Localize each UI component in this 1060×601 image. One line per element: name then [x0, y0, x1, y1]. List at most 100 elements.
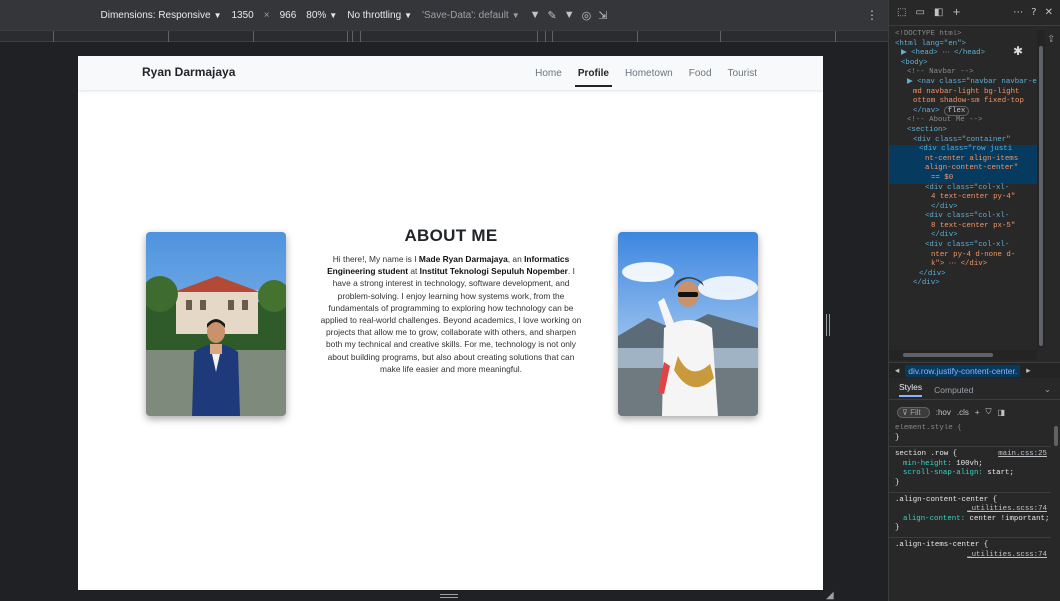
dom-node-line[interactable]: k"> ⋯ </div> — [889, 260, 1037, 270]
help-icon[interactable]: ? — [1031, 7, 1036, 18]
dom-node-line[interactable]: <!-- About Me --> — [889, 116, 1037, 126]
dom-node-line[interactable]: <section> — [889, 126, 1037, 136]
sidebar-toggle-icon[interactable]: ◨ — [998, 408, 1006, 417]
dom-node-line[interactable]: == $0 — [889, 173, 1037, 184]
navbar-brand[interactable]: Ryan Darmajaya — [142, 65, 235, 79]
device-toggle-icon[interactable]: ▭ — [915, 7, 924, 18]
breadcrumb-selected-node[interactable]: div.row.justify-content-center. — [905, 364, 1021, 377]
dom-node-line[interactable]: align-content-center" — [889, 164, 1037, 174]
viewport-resize-handle-right[interactable] — [826, 314, 830, 336]
more-tabs-icon[interactable]: ⋯ — [1013, 7, 1023, 18]
elements-panel-icon[interactable]: ◧ — [934, 7, 943, 18]
dom-node-line[interactable]: 8 text-center px-5" — [889, 222, 1037, 232]
dom-node-line[interactable]: </nav> flex — [889, 105, 1037, 117]
height-input[interactable]: 966 — [280, 10, 297, 21]
rule3-source-link[interactable]: _utilities.scss:74 — [967, 551, 1051, 561]
eye-icon[interactable]: ◎ — [582, 9, 592, 22]
navbar: Ryan Darmajaya Home Profile Hometown Foo… — [78, 56, 823, 90]
paint-icon[interactable]: ⛉ — [986, 407, 992, 417]
element-style-selector[interactable]: element.style { — [889, 424, 1051, 434]
accessibility-icon[interactable]: ✱ — [1013, 44, 1023, 59]
nav-link-hometown[interactable]: Hometown — [625, 64, 673, 83]
save-data-dropdown[interactable]: 'Save-Data': default ▼ — [422, 10, 520, 21]
rule2-source-link[interactable]: _utilities.scss:74 — [967, 505, 1051, 515]
dom-node-line[interactable]: <div class="row justi — [889, 145, 1037, 155]
prop-value: start; — [987, 469, 1014, 478]
rule3-selector[interactable]: .align-items-center { — [895, 541, 988, 549]
rule1-source-link[interactable]: main.css:25 — [998, 450, 1051, 460]
about-sep2: at — [408, 266, 420, 277]
dom-node-text: <section> — [907, 125, 947, 134]
kebab-icon[interactable]: ⋮ — [866, 8, 878, 22]
dom-node-line[interactable]: <div class="col-xl- — [889, 184, 1037, 194]
dom-node-line[interactable]: <body> — [889, 59, 1037, 69]
dom-node-line[interactable]: </div> — [889, 279, 1037, 289]
rule-close: } — [895, 433, 900, 442]
breadcrumb-left-icon[interactable]: ◂ — [895, 365, 899, 376]
dom-node-line[interactable]: ▶ <nav class="navbar navbar-expand-md na… — [889, 78, 1037, 88]
hov-toggle[interactable]: :hov — [936, 408, 951, 417]
zoom-dropdown[interactable]: 80% ▼ — [306, 10, 337, 21]
elements-h-scrollbar[interactable] — [889, 350, 1037, 360]
nav-link-food[interactable]: Food — [689, 64, 712, 83]
device-mode-caret-icon[interactable]: ▼ — [530, 9, 541, 21]
dock-side-icon[interactable]: ⇪ — [1047, 34, 1055, 46]
dom-node-line[interactable]: 4 text-center py-4" — [889, 193, 1037, 203]
styles-scrollbar[interactable] — [1053, 424, 1059, 601]
tab-computed[interactable]: Computed — [934, 385, 973, 395]
dom-node-line[interactable]: <div class="col-xl- — [889, 212, 1037, 222]
breadcrumb-right-icon[interactable]: ▸ — [1026, 365, 1030, 376]
viewport-resize-corner-icon[interactable]: ◢ — [826, 590, 834, 601]
rule1-selector[interactable]: section .row { — [895, 450, 957, 458]
viewport-resize-handle-bottom[interactable] — [440, 594, 458, 598]
dom-node-text: align-content-center" — [925, 164, 1019, 173]
dimensions-dropdown[interactable]: Dimensions: Responsive ▼ — [101, 10, 222, 21]
close-devtools-icon[interactable]: ✕ — [1045, 7, 1053, 18]
nav-link-home[interactable]: Home — [535, 64, 562, 83]
dom-node-text: 8 text-center px-5" — [931, 221, 1016, 230]
styles-filter-input[interactable]: ⊽ Filt — [897, 406, 930, 418]
dom-node-line[interactable]: </div> — [889, 203, 1037, 213]
tabs-overflow-icon[interactable]: ⌄ — [1044, 384, 1060, 395]
media-query-ruler[interactable] — [0, 30, 888, 42]
rule1-prop-1[interactable]: scroll-snap-align: start; — [889, 469, 1051, 479]
ruler-tick — [835, 31, 836, 42]
rule2: .align-content-center { — [889, 496, 1051, 506]
width-input[interactable]: 1350 — [232, 10, 254, 21]
dom-node-line[interactable]: </div> — [889, 231, 1037, 241]
elements-scrollbar-thumb[interactable] — [1039, 46, 1043, 346]
device-viewport-area: Ryan Darmajaya Home Profile Hometown Foo… — [0, 42, 888, 601]
dom-node-line[interactable]: md navbar-light bg-light — [889, 88, 1037, 98]
dom-node-line[interactable]: <!-- Navbar --> — [889, 68, 1037, 78]
styles-scrollbar-thumb[interactable] — [1054, 426, 1058, 446]
elements-tree[interactable]: <!DOCTYPE html> <html lang="en"> ▶ <head> … — [889, 30, 1037, 350]
new-rule-icon[interactable]: + — [975, 408, 980, 417]
dimensions-label: Dimensions: Responsive — [100, 9, 211, 21]
tab-styles[interactable]: Styles — [899, 382, 923, 397]
elements-scrollbar[interactable] — [1037, 30, 1045, 348]
dom-node-line[interactable]: <!DOCTYPE html> — [889, 30, 1037, 40]
dom-node-line[interactable]: <div class="col-xl- — [889, 241, 1037, 251]
nav-link-profile[interactable]: Profile — [574, 64, 613, 87]
add-panel-icon[interactable]: + — [952, 7, 960, 18]
flex-badge[interactable]: flex — [943, 105, 970, 116]
dom-node-line[interactable]: <div class="container" — [889, 136, 1037, 146]
rotate-caret-icon[interactable]: ▼ — [564, 9, 575, 21]
dom-node-line[interactable]: nter py-4 d-none d- — [889, 251, 1037, 261]
dom-node-text: <!-- About Me --> — [907, 116, 983, 125]
pen-icon[interactable]: ✎ — [548, 9, 557, 22]
dom-node-text: </div> — [913, 279, 940, 288]
dom-node-text: <div class="col-xl- — [925, 241, 1010, 250]
cls-toggle[interactable]: .cls — [957, 408, 969, 417]
rule2-selector[interactable]: .align-content-center { — [895, 496, 997, 504]
rule2-prop-0[interactable]: align-content: center !important; — [889, 515, 1051, 525]
screenshot-icon[interactable]: ⇲ — [598, 9, 607, 22]
rule1-prop-0[interactable]: min-height: 100vh; — [889, 460, 1051, 470]
nav-link-tourist[interactable]: Tourist — [728, 64, 757, 83]
throttling-dropdown[interactable]: No throttling ▼ — [347, 10, 412, 21]
dom-node-line[interactable]: </div> — [889, 270, 1037, 280]
about-name: Made Ryan Darmajaya — [418, 254, 508, 264]
elements-h-scrollbar-thumb[interactable] — [903, 353, 993, 357]
inspect-element-icon[interactable]: ⬚ — [897, 7, 906, 18]
dom-node-line[interactable]: nt-center align-items — [889, 154, 1037, 165]
